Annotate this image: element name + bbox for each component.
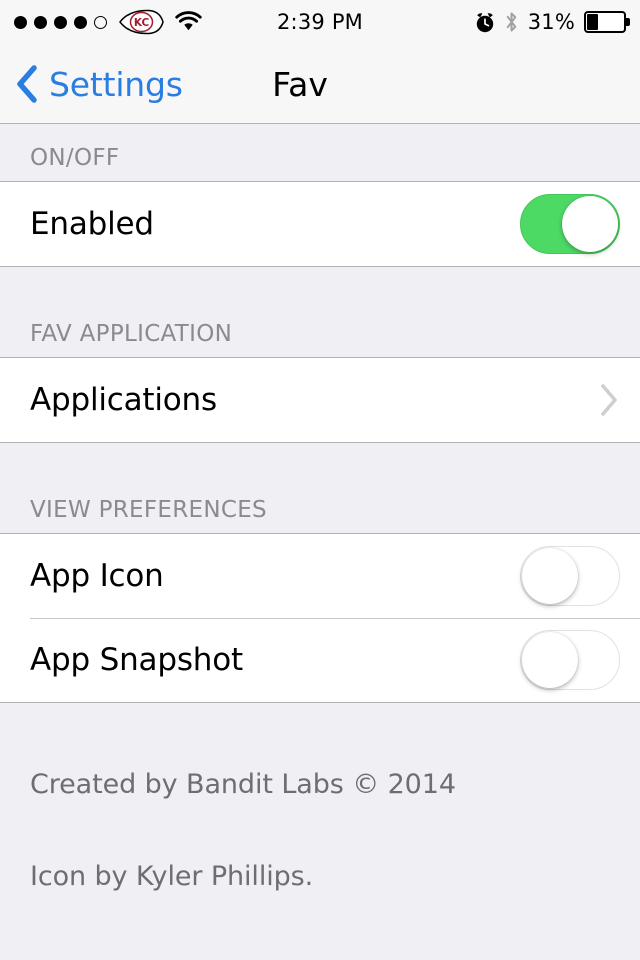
row-label-app-icon: App Icon [30,558,164,594]
switch-app-snapshot[interactable] [520,630,620,690]
status-bar: KC 2:39 PM 31% [0,0,640,44]
battery-percent-label: 31% [527,10,575,34]
footer-icon-credit-line: Icon by Kyler Phillips. [30,861,314,893]
section-header-on-off: ON/OFF [0,124,640,181]
section-header-view-preferences: VIEW PREFERENCES [0,443,640,533]
chevron-right-icon [601,384,617,416]
footer-credit-line: Created by Bandit Labs © 2014 [30,769,456,800]
battery-icon [584,11,630,33]
table-row[interactable]: App Icon [0,534,640,618]
switch-app-icon[interactable] [520,546,620,606]
battery-cap [626,18,630,26]
row-label-enabled: Enabled [30,206,154,242]
bluetooth-icon [506,12,516,32]
table-row[interactable]: Enabled [0,182,640,266]
table-row[interactable]: App Snapshot [0,618,640,702]
footer: Created by Bandit Labs © 2014 Icon by Ky… [0,703,640,892]
switch-knob [522,632,578,688]
row-label-applications: Applications [30,382,217,418]
page-title: Fav [272,64,328,104]
switch-knob [522,548,578,604]
section-body-on-off: Enabled [0,181,640,267]
navigation-bar: Settings Fav [0,44,640,124]
table-row[interactable]: Applications [0,358,640,442]
switch-enabled[interactable] [520,194,620,254]
row-label-app-snapshot: App Snapshot [30,642,243,678]
settings-screen: KC 2:39 PM 31% Settings Fav ON/OFF Enabl… [0,0,640,960]
battery-fill [587,14,599,30]
section-header-fav-application: FAV APPLICATION [0,267,640,357]
section-body-view-preferences: App Icon App Snapshot [0,533,640,703]
section-body-fav-application: Applications [0,357,640,443]
switch-knob [562,196,618,252]
status-bar-right: 31% [475,0,630,44]
alarm-clock-icon [476,12,493,32]
